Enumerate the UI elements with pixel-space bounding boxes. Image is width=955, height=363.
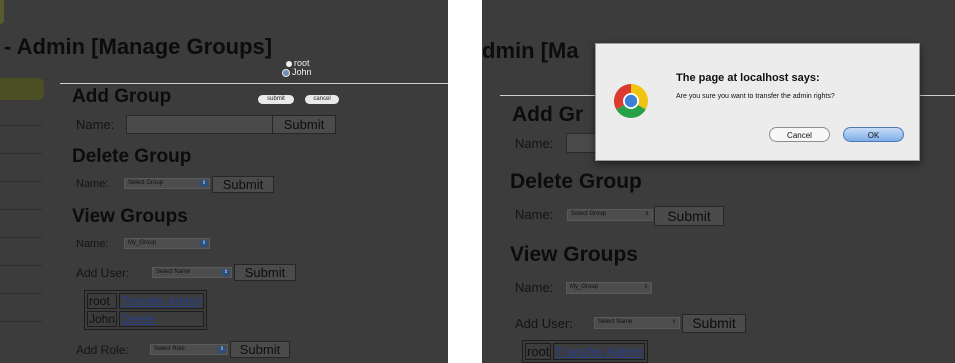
add-user-select[interactable]: Select Name ⇕ — [152, 267, 232, 278]
view-groups-name-label: Name: — [515, 280, 554, 295]
add-user-label: Add User: — [76, 266, 130, 280]
add-group-submit-button[interactable]: Submit — [272, 115, 336, 134]
submit-pill-button[interactable]: submit — [258, 95, 294, 104]
select-value: Select Group — [571, 211, 607, 217]
sidebar-divider — [0, 265, 42, 266]
radio-label: John — [292, 67, 312, 77]
link-text[interactable]: Transfer Admin — [555, 344, 643, 359]
sidebar-divider — [0, 125, 42, 126]
view-groups-heading: View Groups — [72, 206, 188, 227]
view-groups-select[interactable]: My_Group ⇕ — [124, 238, 210, 249]
link-text[interactable]: Delete — [121, 312, 156, 326]
link-text[interactable]: Transfer Admin — [121, 294, 202, 308]
ok-button[interactable]: OK — [843, 127, 904, 142]
header-divider — [60, 83, 448, 84]
chevron-updown-icon: ⇕ — [642, 284, 650, 291]
delete-group-heading: Delete Group — [510, 170, 642, 193]
page-title: - Admin [Manage Groups] — [4, 34, 273, 59]
delete-member-link[interactable]: Delete — [119, 311, 204, 327]
transfer-admin-link[interactable]: Transfer Admin — [553, 343, 646, 360]
delete-group-name-label: Name: — [515, 207, 554, 222]
confirm-dialog: The page at localhost says: Are you sure… — [595, 43, 920, 161]
add-user-label: Add User: — [515, 316, 573, 331]
sidebar-divider — [0, 293, 42, 294]
add-group-name-input[interactable] — [126, 115, 273, 134]
select-value: Select Name — [156, 269, 191, 275]
select-value: Select Role — [154, 346, 185, 352]
chevron-updown-icon: ⇕ — [200, 180, 208, 187]
page-title: dmin [Ma — [482, 38, 579, 63]
add-user-submit-button[interactable]: Submit — [234, 264, 296, 281]
sidebar-divider — [0, 209, 42, 210]
delete-group-heading: Delete Group — [72, 146, 192, 167]
add-group-name-label: Name: — [515, 136, 554, 151]
table-row: John Delete — [87, 311, 204, 327]
sidebar-edge — [0, 0, 4, 24]
left-screenshot: - Admin [Manage Groups] root John submit… — [0, 0, 448, 363]
transfer-admin-link[interactable]: Transfer Admin — [119, 293, 204, 309]
add-user-submit-button[interactable]: Submit — [682, 314, 746, 333]
members-table: root Transfer Admin — [522, 340, 649, 363]
sidebar-divider — [0, 237, 42, 238]
radio-icon — [286, 60, 292, 67]
chevron-updown-icon: ⇕ — [222, 269, 230, 276]
radio-selected-icon — [282, 68, 290, 77]
member-name: John — [87, 311, 118, 327]
cancel-pill-button[interactable]: cancel — [305, 95, 339, 104]
delete-group-submit-button[interactable]: Submit — [212, 176, 274, 193]
member-name: root — [525, 343, 552, 360]
chrome-logo-icon — [614, 84, 648, 118]
sidebar-divider — [0, 181, 42, 182]
delete-group-select[interactable]: Select Group ⇕ — [124, 178, 210, 189]
select-value: Select Name — [598, 319, 633, 325]
chevron-updown-icon: ⇕ — [670, 319, 678, 326]
view-groups-heading: View Groups — [510, 243, 638, 266]
member-name: root — [87, 293, 118, 309]
sidebar-divider — [0, 153, 42, 154]
select-value: My_Group — [570, 284, 599, 290]
sidebar-accent — [0, 78, 44, 100]
delete-group-submit-button[interactable]: Submit — [654, 206, 724, 226]
user-radio-john[interactable]: John — [282, 67, 312, 77]
chevron-updown-icon: ⇕ — [218, 346, 226, 353]
add-group-name-label: Name: — [76, 117, 115, 132]
dialog-title: The page at localhost says: — [676, 72, 820, 84]
add-user-select[interactable]: Select Name ⇕ — [594, 317, 680, 329]
chevron-updown-icon: ⇕ — [643, 211, 651, 218]
table-row: root Transfer Admin — [525, 343, 646, 360]
table-row: root Transfer Admin — [87, 293, 204, 309]
view-groups-select[interactable]: My_Group ⇕ — [566, 282, 652, 294]
dialog-message: Are you sure you want to transfer the ad… — [676, 93, 835, 100]
add-role-select[interactable]: Select Role ⇕ — [150, 344, 228, 355]
view-groups-name-label: Name: — [76, 238, 109, 250]
cancel-button[interactable]: Cancel — [769, 127, 830, 142]
delete-group-name-label: Name: — [76, 178, 109, 190]
add-group-heading: Add Gr — [512, 103, 584, 126]
add-role-submit-button[interactable]: Submit — [230, 341, 290, 358]
add-group-heading: Add Group — [72, 86, 172, 107]
add-role-label: Add Role: — [76, 343, 129, 357]
chevron-updown-icon: ⇕ — [200, 240, 208, 247]
members-table: root Transfer Admin John Delete — [84, 290, 207, 330]
select-value: Select Group — [128, 180, 164, 186]
sidebar-divider — [0, 321, 42, 322]
delete-group-select[interactable]: Select Group ⇕ — [567, 209, 653, 221]
select-value: My_Group — [128, 240, 157, 246]
